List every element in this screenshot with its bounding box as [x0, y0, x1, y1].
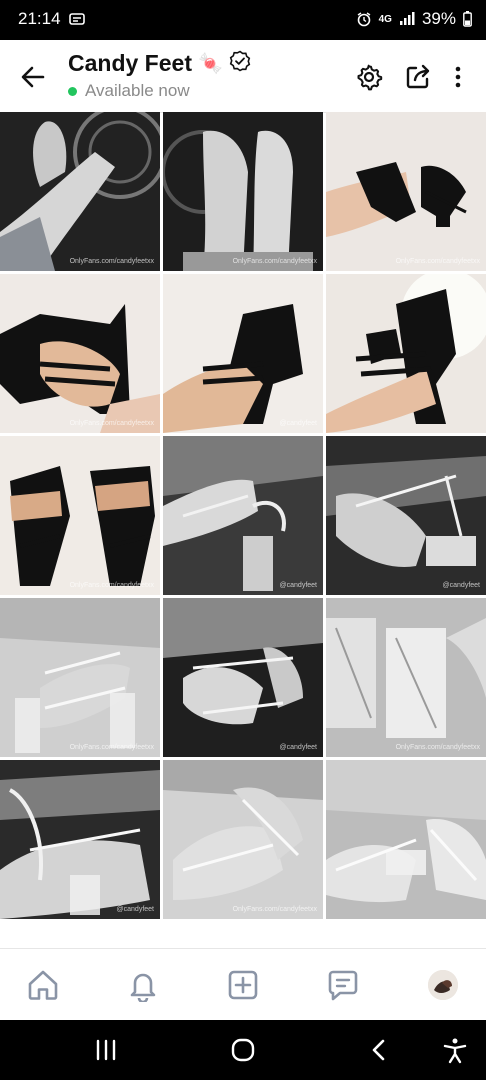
watermark: @candyfeet	[279, 582, 317, 589]
settings-button[interactable]	[354, 62, 384, 92]
bell-icon	[130, 973, 156, 1002]
status-bar: 21:14 4G 39%	[0, 0, 486, 40]
system-back-button[interactable]	[364, 1035, 394, 1065]
battery-percent: 39%	[421, 9, 456, 28]
media-tile[interactable]: @candyfeet	[326, 436, 486, 595]
nav-profile[interactable]	[425, 967, 461, 1003]
watermark: OnlyFans.com/candyfeetxx	[232, 906, 317, 913]
more-vertical-icon	[455, 66, 461, 88]
availability-status: Available now	[85, 81, 190, 100]
profile-name: Candy Feet	[68, 50, 192, 76]
watermark: OnlyFans.com/candyfeetxx	[69, 744, 154, 751]
system-nav-bar	[0, 1020, 486, 1080]
watermark: @candyfeet	[279, 744, 317, 751]
profile-title-block[interactable]: Candy Feet 🍬 Available now	[68, 50, 251, 101]
watermark: OnlyFans.com/candyfeetxx	[232, 258, 317, 265]
media-tile[interactable]	[326, 274, 486, 433]
watermark: @candyfeet	[442, 582, 480, 589]
chat-header: Candy Feet 🍬 Available now	[0, 40, 486, 113]
battery-icon	[463, 11, 472, 27]
watermark: OnlyFans.com/candyfeetxx	[69, 582, 154, 589]
share-icon	[406, 64, 430, 89]
nav-add-post[interactable]	[225, 967, 261, 1003]
media-tile[interactable]: OnlyFans.com/candyfeetxx	[163, 760, 323, 919]
watermark: OnlyFans.com/candyfeetxx	[69, 258, 154, 265]
alarm-icon	[356, 11, 372, 27]
settings-icon	[357, 64, 383, 91]
media-tile[interactable]: OnlyFans.com/candyfeetxx	[0, 112, 160, 271]
back-chevron-icon	[372, 1039, 385, 1061]
home-icon	[28, 970, 58, 1000]
media-tile[interactable]: OnlyFans.com/candyfeetxx	[163, 112, 323, 271]
recent-apps-icon	[96, 1039, 116, 1061]
media-tile[interactable]: OnlyFans.com/candyfeetxx	[0, 598, 160, 757]
verified-icon	[229, 50, 251, 77]
media-tile[interactable]: OnlyFans.com/candyfeetxx	[0, 274, 160, 433]
add-post-icon	[228, 970, 258, 1000]
watermark: OnlyFans.com/candyfeetxx	[395, 258, 480, 265]
recent-apps-button[interactable]	[91, 1035, 121, 1065]
accessibility-icon	[443, 1038, 467, 1064]
candy-emoji: 🍬	[197, 53, 223, 75]
accessibility-button[interactable]	[440, 1035, 470, 1065]
nav-notifications[interactable]	[125, 967, 161, 1003]
bottom-nav	[0, 948, 486, 1021]
nav-messages[interactable]	[325, 967, 361, 1003]
watermark: OnlyFans.com/candyfeetxx	[395, 744, 480, 751]
avatar	[428, 970, 458, 1000]
media-tile[interactable]: OnlyFans.com/candyfeetxx	[0, 436, 160, 595]
media-tile[interactable]	[326, 760, 486, 919]
watermark: @candyfeet	[116, 906, 154, 913]
system-home-button[interactable]	[228, 1035, 258, 1065]
share-button[interactable]	[403, 62, 433, 92]
nav-home[interactable]	[25, 967, 61, 1003]
media-tile[interactable]: @candyfeet	[163, 436, 323, 595]
status-time: 21:14	[18, 9, 61, 28]
media-grid: OnlyFans.com/candyfeetxx OnlyFans.com/ca…	[0, 112, 486, 919]
message-icon	[68, 13, 85, 25]
watermark: @candyfeet	[279, 420, 317, 427]
more-options-button[interactable]	[443, 62, 473, 92]
signal-icon	[399, 12, 415, 26]
media-tile[interactable]: @candyfeet	[163, 598, 323, 757]
messages-icon	[328, 970, 358, 1001]
watermark: OnlyFans.com/candyfeetxx	[69, 420, 154, 427]
media-tile[interactable]: @candyfeet	[0, 760, 160, 919]
back-arrow-icon	[21, 66, 45, 88]
media-tile[interactable]: @candyfeet	[163, 274, 323, 433]
network-label: 4G	[378, 13, 392, 25]
media-tile[interactable]: OnlyFans.com/candyfeetxx	[326, 112, 486, 271]
media-tile[interactable]: OnlyFans.com/candyfeetxx	[326, 598, 486, 757]
home-circle-icon	[231, 1038, 255, 1062]
back-button[interactable]	[18, 62, 48, 92]
online-dot	[68, 86, 77, 96]
